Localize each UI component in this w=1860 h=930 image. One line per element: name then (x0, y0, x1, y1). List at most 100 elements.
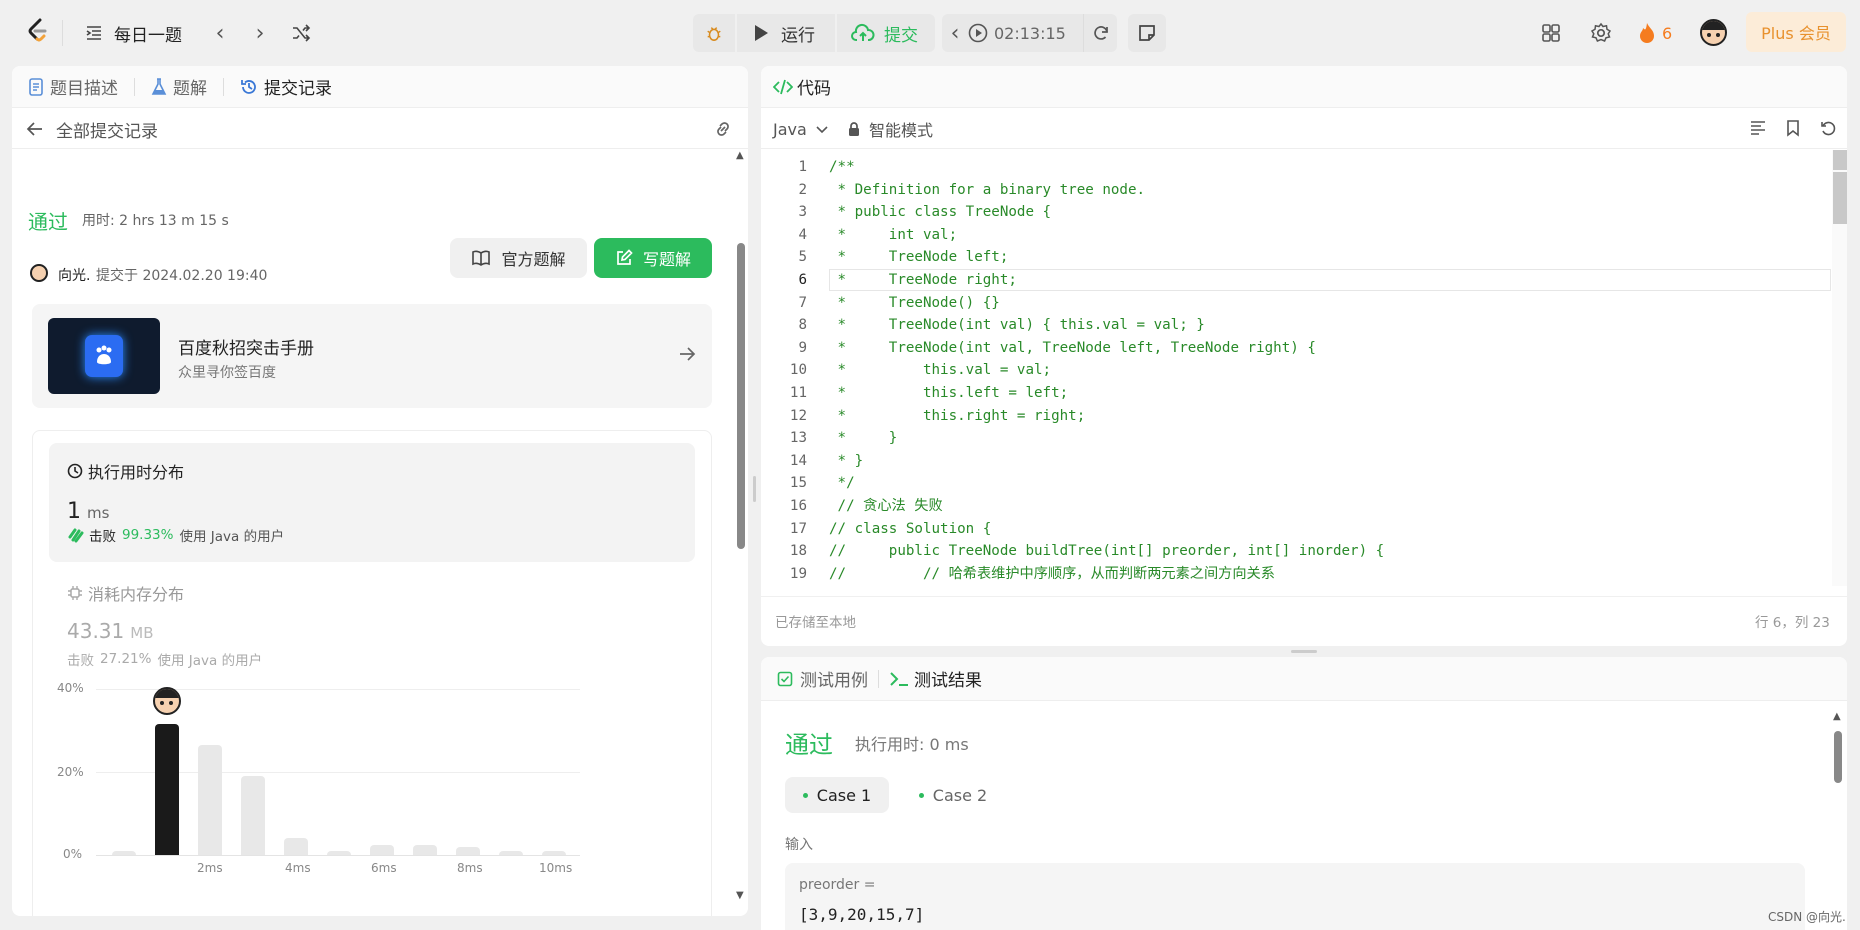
code-scrollbar[interactable] (1832, 150, 1847, 586)
ad-card[interactable]: 百度秋招突击手册 众里寻你签百度 (32, 304, 712, 408)
back-to-submissions[interactable]: 全部提交记录 (26, 117, 158, 142)
logo-icon[interactable] (26, 18, 50, 42)
editor-statusbar: 已存储至本地 行 6，列 23 (761, 596, 1847, 646)
note-icon[interactable] (1128, 14, 1166, 52)
runtime-bar[interactable] (112, 850, 136, 855)
submitter-name[interactable]: 向光. (58, 265, 90, 285)
language-label: Java (773, 119, 807, 139)
runtime-title-label: 执行用时分布 (88, 463, 185, 482)
code-line[interactable]: * TreeNode left; (829, 246, 1384, 269)
layout-icon[interactable] (1538, 20, 1564, 46)
runtime-bar[interactable] (370, 844, 394, 855)
y-tick-20: 20% (57, 765, 84, 779)
left-scrollbar[interactable]: ▲ ▼ (734, 150, 748, 916)
code-line[interactable]: * this.left = left; (829, 382, 1384, 405)
ad-subtitle: 众里寻你签百度 (178, 365, 276, 381)
x-tick-4ms: 4ms (285, 861, 311, 875)
code-line[interactable]: // class Solution { (829, 518, 1384, 541)
next-problem-icon[interactable]: › (248, 20, 272, 46)
x-tick-2ms: 2ms (197, 861, 223, 875)
language-select[interactable]: Java (773, 117, 829, 141)
left-scroll-thumb[interactable] (737, 243, 745, 549)
run-button[interactable]: 运行 (737, 14, 835, 52)
bookmark-icon[interactable] (1785, 119, 1801, 141)
reset-code-icon[interactable] (1819, 119, 1837, 141)
code-line[interactable]: */ (829, 472, 1384, 495)
timer-play-icon[interactable] (968, 23, 988, 43)
write-solution-button[interactable]: 写题解 (594, 238, 712, 278)
smart-mode-toggle[interactable]: 智能模式 (847, 117, 933, 141)
code-line[interactable]: // 贪心法 失败 (829, 495, 1384, 518)
code-line[interactable]: * public class TreeNode { (829, 201, 1384, 224)
debug-button[interactable] (693, 14, 735, 52)
my-runtime-bar[interactable] (155, 724, 179, 855)
code-line[interactable]: * } (829, 427, 1384, 450)
format-icon[interactable] (1749, 119, 1767, 141)
code-line[interactable]: // // 哈希表维护中序顺序，从而判断两元素之间方向关系 (829, 563, 1384, 586)
code-line[interactable]: // public TreeNode buildTree(int[] preor… (829, 540, 1384, 563)
case-2-label: Case 2 (932, 785, 988, 805)
tab-test-result[interactable]: 测试结果 (889, 666, 982, 691)
case-1-tab[interactable]: Case 1 (785, 777, 889, 813)
result-scrollbar[interactable]: ▲ (1831, 711, 1845, 930)
case-2-tab[interactable]: Case 2 (901, 777, 1005, 813)
runtime-bar[interactable] (241, 776, 265, 855)
memory-unit: MB (130, 624, 154, 642)
code-area[interactable]: 1 2 3 4 5 6 7 8 9 10 11 12 13 14 15 16 17 18 19 /** * Defi… (761, 150, 1831, 586)
code-line[interactable]: * TreeNode(int val) { this.val = val; } (829, 314, 1384, 337)
settings-gear-icon[interactable] (1588, 20, 1614, 46)
runtime-bar[interactable] (198, 745, 222, 855)
user-avatar[interactable] (1700, 19, 1727, 46)
runtime-beat-row: 击败 99.33% 使用 Java 的用户 (67, 525, 284, 545)
runtime-bar[interactable] (413, 844, 437, 855)
runtime-bar[interactable] (284, 838, 308, 855)
problem-list-button[interactable]: 每日一题 (84, 20, 182, 46)
runtime-bar[interactable] (499, 850, 523, 855)
submit-label: 提交 (884, 25, 918, 46)
reset-timer-icon[interactable] (1083, 14, 1117, 52)
submit-button[interactable]: 提交 (837, 14, 935, 52)
streak-badge[interactable]: 6 (1638, 20, 1672, 46)
runtime-bar[interactable] (327, 850, 351, 855)
code-line[interactable]: * TreeNode right; (829, 269, 1384, 292)
code-line[interactable]: * Definition for a binary tree node. (829, 179, 1384, 202)
share-link-icon[interactable] (712, 119, 734, 139)
code-line[interactable]: * int val; (829, 224, 1384, 247)
clock-icon (67, 463, 83, 479)
code-line[interactable]: * TreeNode() {} (829, 292, 1384, 315)
memory-box[interactable]: 消耗内存分布 43.31 MB 击败 27.21% 使用 Java 的用户 (49, 567, 695, 673)
memory-beat-row: 击败 27.21% 使用 Java 的用户 (67, 649, 262, 669)
code-line[interactable]: * TreeNode(int val, TreeNode left, TreeN… (829, 337, 1384, 360)
tab-code[interactable]: 代码 (773, 74, 831, 99)
smart-mode-label: 智能模式 (869, 121, 934, 140)
plus-member-button[interactable]: Plus 会员 (1746, 12, 1846, 52)
collapse-timer-icon[interactable]: ‹ (942, 21, 968, 46)
input-label: 输入 (785, 837, 813, 853)
runtime-bar[interactable] (456, 846, 480, 855)
tab-submissions[interactable]: 提交记录 (240, 74, 332, 99)
code-line[interactable]: * this.val = val; (829, 359, 1384, 382)
prev-problem-icon[interactable]: ‹ (208, 20, 232, 46)
code-line[interactable]: /** (829, 156, 1384, 179)
code-scroll-thumb[interactable] (1833, 172, 1847, 224)
editor-toolbar: Java 智能模式 (761, 109, 1847, 149)
tab-solutions[interactable]: 题解 (151, 74, 207, 99)
line-number: 3 (798, 204, 807, 221)
runtime-bar[interactable] (542, 850, 566, 855)
code-tabbar: 代码 (761, 66, 1847, 108)
vertical-splitter[interactable] (753, 476, 756, 502)
code-line[interactable]: * this.right = right; (829, 405, 1384, 428)
result-scroll-thumb[interactable] (1834, 731, 1842, 783)
code-line[interactable]: * } (829, 450, 1384, 473)
back-label: 全部提交记录 (56, 121, 158, 142)
result-status: 通过 (785, 731, 833, 759)
horizontal-splitter[interactable] (1291, 650, 1317, 653)
tab-description[interactable]: 题目描述 (28, 74, 118, 99)
runtime-box[interactable]: 执行用时分布 1 ms 击败 99.33% 使用 Java 的用户 (49, 443, 695, 562)
document-icon (29, 77, 43, 96)
code-lines: /** * Definition for a binary tree node.… (829, 156, 1384, 585)
shuffle-icon[interactable] (288, 20, 314, 46)
official-solution-button[interactable]: 官方题解 (450, 238, 587, 278)
cloud-upload-icon (851, 23, 875, 41)
tab-testcases[interactable]: 测试用例 (777, 666, 868, 691)
